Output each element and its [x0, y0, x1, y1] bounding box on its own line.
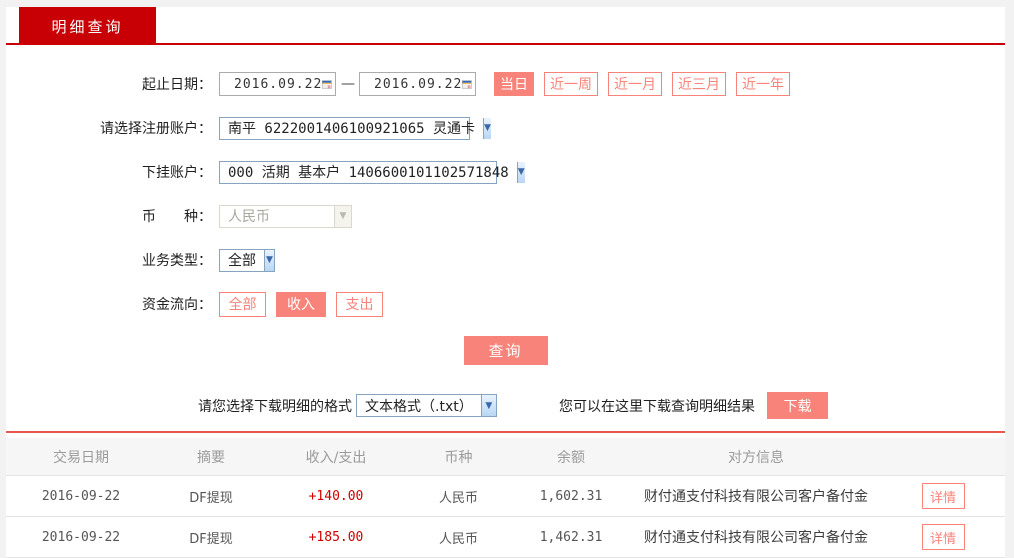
detail-button[interactable]: 详情 [921, 483, 965, 509]
business-type-row: 业务类型： 全部 ▼ [6, 248, 1005, 272]
quick-range-month-button[interactable]: 近一月 [608, 72, 662, 96]
fund-flow-row: 资金流向： 全部 收入 支出 [6, 291, 1005, 317]
cell-counterparty: 财付通支付科技有限公司客户备付金 [644, 489, 868, 505]
start-date-value: 2016.09.22 [234, 76, 323, 92]
header-summary: 摘要 [197, 449, 225, 466]
sub-account-row: 下挂账户： 000 活期 基本户 1406600101102571848 ▼ [6, 160, 1005, 184]
cell-trade-date: 2016-09-22 [41, 488, 121, 504]
sub-account-label: 下挂账户： [142, 165, 212, 181]
calendar-icon[interactable] [322, 76, 332, 93]
quick-range-year-button[interactable]: 近一年 [736, 72, 790, 96]
register-account-row: 请选择注册账户： 南平 6222001406100921065 灵通卡 ▼ [6, 116, 1005, 140]
table-top-divider [6, 431, 1005, 433]
flow-expense-button[interactable]: 支出 [336, 291, 383, 317]
download-hint-text: 您可以在这里下载查询明细结果 [559, 398, 755, 415]
quick-range-week-button[interactable]: 近一周 [544, 72, 598, 96]
register-account-value: 南平 6222001406100921065 灵通卡 [228, 121, 476, 137]
sub-account-value: 000 活期 基本户 1406600101102571848 [228, 165, 509, 181]
date-range-row: 起止日期： 2016.09.22 — 2016.09.22 当日 近一周 近一月… [6, 72, 1005, 96]
query-button-row: 查询 [6, 336, 1005, 365]
flow-income-button[interactable]: 收入 [276, 291, 326, 317]
business-type-select[interactable]: 全部 ▼ [219, 248, 275, 272]
cell-summary: DF提现 [189, 531, 233, 547]
date-range-separator: — [341, 76, 355, 92]
cell-balance: 1,602.31 [539, 488, 603, 504]
cell-counterparty: 财付通支付科技有限公司客户备付金 [644, 530, 868, 546]
query-button[interactable]: 查询 [463, 336, 548, 365]
end-date-input[interactable]: 2016.09.22 [359, 72, 476, 96]
currency-label: 币 种： [142, 209, 212, 225]
download-button[interactable]: 下载 [767, 392, 828, 419]
tab-bar: 明细查询 [6, 7, 1005, 45]
header-counterparty: 对方信息 [728, 449, 784, 466]
business-type-label: 业务类型： [142, 253, 212, 269]
cell-balance: 1,462.31 [539, 529, 603, 545]
content-panel: 明细查询 起止日期： 2016.09.22 — 2016.09.22 当日 近一… [6, 7, 1005, 558]
register-account-select[interactable]: 南平 6222001406100921065 灵通卡 ▼ [219, 116, 491, 140]
chevron-down-icon: ▼ [334, 205, 351, 227]
sub-account-select[interactable]: 000 活期 基本户 1406600101102571848 ▼ [219, 160, 525, 184]
cell-amount: +185.00 [308, 529, 364, 545]
chevron-down-icon[interactable]: ▼ [516, 161, 525, 183]
query-form: 起止日期： 2016.09.22 — 2016.09.22 当日 近一周 近一月… [6, 45, 1005, 419]
business-type-value: 全部 [228, 253, 256, 269]
currency-value: 人民币 [228, 209, 270, 225]
start-date-input[interactable]: 2016.09.22 [219, 72, 336, 96]
cell-currency: 人民币 [438, 490, 478, 506]
tab-detail-query[interactable]: 明细查询 [19, 7, 156, 45]
quick-range-today-button[interactable]: 当日 [494, 72, 534, 96]
header-trade-date: 交易日期 [53, 449, 109, 466]
table-header-row: 交易日期 摘要 收入/支出 币种 余额 对方信息 [6, 438, 1005, 476]
end-date-value: 2016.09.22 [374, 76, 463, 92]
chevron-down-icon[interactable]: ▼ [480, 395, 496, 416]
cell-summary: DF提现 [189, 490, 233, 506]
chevron-down-icon[interactable]: ▼ [264, 249, 274, 271]
table-row: 2016-09-22 DF提现 +185.00 人民币 1,462.31 财付通… [6, 517, 1005, 558]
download-format-select[interactable]: 文本格式（.txt） ▼ [356, 394, 497, 417]
quick-range-quarter-button[interactable]: 近三月 [672, 72, 726, 96]
chevron-down-icon[interactable]: ▼ [483, 117, 491, 139]
download-row: 请您选择下载明细的格式 文本格式（.txt） ▼ 您可以在这里下载查询明细结果 … [6, 392, 1005, 419]
download-format-value: 文本格式（.txt） [365, 398, 473, 415]
cell-trade-date: 2016-09-22 [41, 529, 121, 545]
currency-row: 币 种： 人民币 ▼ [6, 204, 1005, 228]
table-row: 2016-09-22 DF提现 +140.00 人民币 1,602.31 财付通… [6, 476, 1005, 517]
calendar-icon[interactable] [462, 76, 472, 93]
register-account-label: 请选择注册账户： [100, 121, 212, 137]
fund-flow-label: 资金流向： [142, 297, 212, 313]
header-balance: 余额 [557, 449, 585, 466]
download-format-label: 请您选择下载明细的格式 [198, 398, 352, 415]
detail-button[interactable]: 详情 [921, 524, 965, 550]
currency-select: 人民币 ▼ [219, 204, 352, 228]
header-currency: 币种 [444, 449, 473, 466]
cell-currency: 人民币 [438, 531, 478, 547]
cell-amount: +140.00 [308, 488, 364, 504]
flow-all-button[interactable]: 全部 [219, 291, 266, 317]
date-range-label: 起止日期： [142, 77, 212, 93]
header-income-expense: 收入/支出 [305, 449, 367, 466]
